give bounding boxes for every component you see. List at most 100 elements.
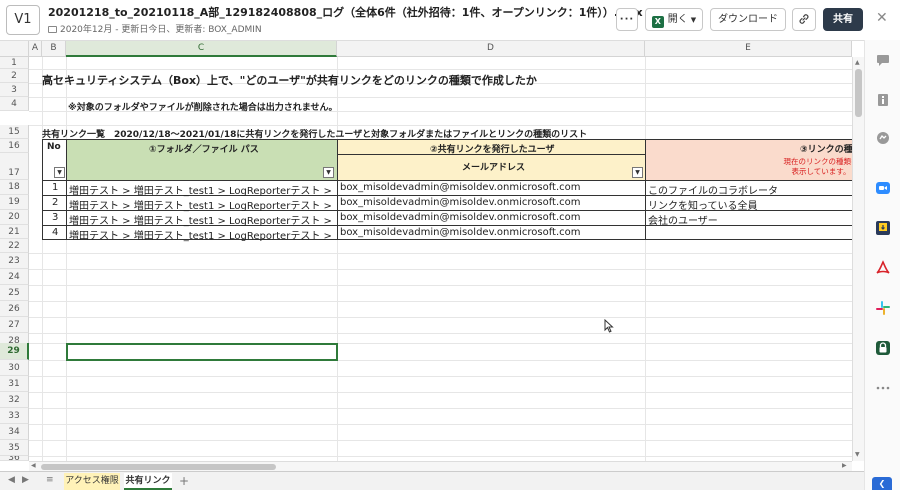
gridline — [29, 408, 852, 409]
zoom-icon[interactable] — [875, 180, 891, 196]
row-header[interactable]: 15 — [0, 125, 29, 139]
filter-dropdown-icon[interactable]: ▼ — [54, 167, 65, 178]
row-header[interactable]: 35 — [0, 440, 29, 456]
selected-cell[interactable] — [66, 343, 338, 361]
row-header[interactable]: 16 — [0, 139, 29, 153]
close-icon[interactable]: ✕ — [876, 10, 888, 26]
row-header[interactable]: 31 — [0, 376, 29, 392]
column-header-a[interactable]: A — [29, 41, 42, 57]
file-meta-text: 2020年12月 - 更新日今日、更新者: BOX_ADMIN — [60, 25, 262, 35]
row-header[interactable]: 25 — [0, 285, 29, 301]
filter-dropdown-icon[interactable]: ▼ — [323, 167, 334, 178]
slack-icon[interactable] — [875, 300, 891, 316]
row-header[interactable]: 17 — [0, 153, 29, 180]
link-icon — [799, 14, 809, 24]
app-sidebar — [864, 40, 900, 490]
open-label: 開く — [667, 14, 688, 25]
gridline — [29, 97, 852, 98]
file-header: V1 20201218_to_20210118_A部_129182408808_… — [0, 0, 900, 40]
row-number-cell[interactable]: 3 — [52, 212, 58, 223]
collapse-sidebar-icon[interactable]: ❮ — [872, 477, 892, 490]
row-header[interactable]: 21 — [0, 225, 29, 239]
path-cell[interactable]: 増田テスト > 増田テスト_test1 > LogReporterテスト > — [69, 197, 335, 212]
details-icon[interactable] — [875, 92, 891, 108]
row-header[interactable]: 30 — [0, 360, 29, 376]
vertical-scroll-thumb[interactable] — [855, 69, 862, 117]
email-cell[interactable]: box_misoldevadmin@misoldev.onmicrosoft.c… — [340, 212, 643, 223]
row-header[interactable]: 4 — [0, 97, 29, 111]
gridline — [29, 285, 852, 286]
horizontal-scrollbar[interactable]: ◀ ▶ — [29, 461, 852, 471]
row-header[interactable]: 22 — [0, 239, 29, 253]
row-header[interactable]: 3 — [0, 83, 29, 97]
row-number-cell[interactable]: 2 — [52, 197, 58, 208]
scroll-right-icon[interactable]: ▶ — [842, 462, 847, 469]
more-options-button[interactable]: ··· — [616, 8, 638, 31]
column-header-e[interactable]: E — [645, 41, 852, 57]
row-header[interactable]: 34 — [0, 424, 29, 440]
next-sheet-icon[interactable]: ▶ — [22, 475, 29, 485]
row-header[interactable]: 26 — [0, 301, 29, 317]
sheet-note: ※対象のフォルダやファイルが削除された場合は出力されません。 — [68, 103, 338, 113]
prev-sheet-icon[interactable]: ◀ — [8, 475, 15, 485]
column-header-d[interactable]: D — [337, 41, 645, 57]
docusign-icon[interactable] — [875, 220, 891, 236]
row-header[interactable]: 32 — [0, 392, 29, 408]
link-type-cell[interactable]: 会社のユーザー — [648, 212, 850, 227]
filter-dropdown-icon[interactable]: ▼ — [632, 167, 643, 178]
row-header[interactable]: 27 — [0, 317, 29, 333]
add-sheet-icon[interactable]: + — [178, 473, 190, 490]
download-button[interactable]: ダウンロード — [710, 8, 786, 31]
row-header[interactable]: 2 — [0, 69, 29, 83]
row-header[interactable]: 20 — [0, 210, 29, 225]
email-cell[interactable]: box_misoldevadmin@misoldev.onmicrosoft.c… — [340, 182, 643, 193]
version-badge[interactable]: V1 — [6, 5, 40, 35]
user-header-cell: ②共有リンクを発行したユーザ メールアドレス ▼ — [337, 139, 646, 181]
more-icon[interactable] — [875, 380, 891, 396]
gridline — [42, 57, 43, 461]
sheet-list-icon[interactable]: ≡ — [46, 475, 54, 485]
scroll-down-icon[interactable]: ▼ — [855, 451, 860, 458]
path-cell[interactable]: 増田テスト > 増田テスト_test1 > LogReporterテスト > — [69, 227, 335, 242]
folder-icon — [48, 26, 57, 33]
scroll-left-icon[interactable]: ◀ — [31, 462, 36, 469]
row-header[interactable]: 36 — [0, 456, 29, 461]
vertical-scrollbar[interactable]: ▲ ▼ — [852, 57, 864, 461]
excel-icon: X — [651, 16, 664, 28]
share-button[interactable]: 共有 — [823, 8, 863, 31]
open-button[interactable]: X 開く ▼ — [645, 8, 703, 31]
row-header[interactable]: 19 — [0, 195, 29, 210]
sheet-tab-shared-links[interactable]: 共有リンク — [124, 473, 172, 490]
row-header[interactable]: 18 — [0, 180, 29, 195]
path-cell[interactable]: 増田テスト > 増田テスト_test1 > LogReporterテスト > — [69, 212, 335, 227]
adobe-icon[interactable] — [875, 260, 891, 276]
row-number-cell[interactable]: 1 — [52, 182, 58, 193]
row-header[interactable]: 24 — [0, 269, 29, 285]
path-cell[interactable]: 増田テスト > 増田テスト_test1 > LogReporterテスト > — [69, 182, 335, 197]
link-type-cell[interactable]: リンクを知っている全員 — [648, 197, 850, 212]
select-all-corner[interactable] — [0, 41, 29, 57]
lock-icon[interactable] — [875, 340, 891, 356]
gridline — [337, 57, 338, 461]
comment-icon[interactable] — [875, 52, 891, 68]
column-header-b[interactable]: B — [42, 41, 66, 57]
row-number-cell[interactable]: 4 — [52, 227, 58, 238]
row-header[interactable]: 33 — [0, 408, 29, 424]
row-header[interactable]: 1 — [0, 57, 29, 69]
gridline — [645, 57, 646, 461]
link-type-cell[interactable]: このファイルのコラボレータ — [648, 182, 850, 197]
column-header-c[interactable]: C — [66, 41, 337, 57]
email-cell[interactable]: box_misoldevadmin@misoldev.onmicrosoft.c… — [340, 197, 643, 208]
horizontal-scroll-thumb[interactable] — [41, 464, 276, 470]
sheet-tab-bar: ◀ ▶ ≡ アクセス権限 共有リンク + — [0, 471, 864, 490]
file-meta: 2020年12月 - 更新日今日、更新者: BOX_ADMIN — [48, 22, 262, 35]
activity-icon[interactable] — [875, 130, 891, 146]
path-header-cell: ①フォルダ／ファイル パス ▼ — [66, 139, 338, 181]
email-cell[interactable]: box_misoldevadmin@misoldev.onmicrosoft.c… — [340, 227, 643, 238]
spreadsheet-grid[interactable]: A B C D E 1 2 3 4 15 16 17 18 19 20 21 2… — [0, 40, 864, 490]
row-header-selected[interactable]: 29 — [0, 343, 29, 360]
sheet-tab-access[interactable]: アクセス権限 — [64, 473, 120, 490]
scroll-up-icon[interactable]: ▲ — [855, 59, 860, 66]
copy-link-button[interactable] — [792, 8, 816, 31]
row-header[interactable]: 23 — [0, 253, 29, 269]
